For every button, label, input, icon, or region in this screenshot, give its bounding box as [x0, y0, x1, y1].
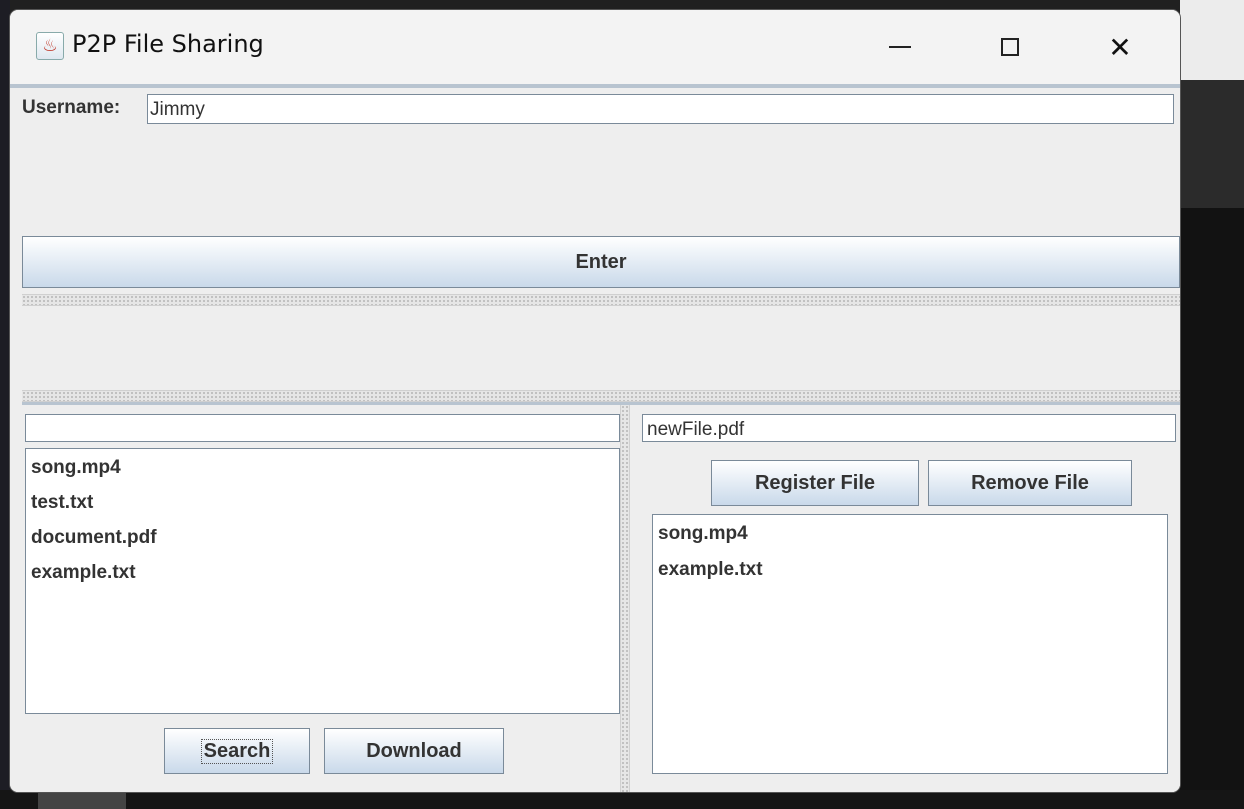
background-tab	[38, 790, 126, 809]
close-icon: ✕	[1108, 30, 1132, 64]
search-input[interactable]	[25, 414, 620, 442]
enter-button[interactable]: Enter	[22, 236, 1180, 288]
maximize-button[interactable]	[990, 30, 1030, 64]
minimize-button[interactable]	[880, 30, 920, 64]
minimize-icon	[889, 46, 911, 48]
window-title: P2P File Sharing	[72, 30, 264, 58]
remove-file-button[interactable]: Remove File	[928, 460, 1132, 506]
desktop-taskbar-area	[0, 790, 1244, 809]
search-results-list[interactable]: song.mp4 test.txt document.pdf example.t…	[25, 448, 620, 714]
file-panels: song.mp4 test.txt document.pdf example.t…	[22, 402, 1180, 792]
list-item[interactable]: test.txt	[31, 490, 619, 525]
main-content: Username: Jimmy Enter song.mp4 test.txt …	[10, 84, 1180, 792]
maximize-icon	[1001, 38, 1019, 56]
username-label: Username:	[22, 97, 121, 118]
download-button[interactable]: Download	[324, 728, 504, 774]
list-item[interactable]: song.mp4	[31, 455, 619, 490]
vertical-split-divider[interactable]	[620, 405, 630, 792]
content-border	[10, 84, 1180, 88]
filename-input[interactable]: newFile.pdf	[642, 414, 1176, 442]
horizontal-split-divider-top[interactable]	[22, 294, 1180, 306]
list-item[interactable]: example.txt	[658, 557, 1167, 593]
background-panel	[1180, 80, 1244, 208]
search-button[interactable]: Search	[164, 728, 310, 774]
horizontal-split-divider-bottom[interactable]	[22, 390, 1180, 402]
list-item[interactable]: document.pdf	[31, 525, 619, 560]
username-input[interactable]: Jimmy	[147, 94, 1174, 124]
panel-border	[22, 402, 1180, 405]
search-button-label: Search	[200, 738, 274, 764]
title-bar[interactable]: ♨ P2P File Sharing ✕	[10, 10, 1180, 84]
background-window-edge	[1180, 0, 1244, 80]
register-file-button[interactable]: Register File	[711, 460, 919, 506]
list-item[interactable]: song.mp4	[658, 521, 1167, 557]
app-window: ♨ P2P File Sharing ✕ Username: Jimmy Ent…	[10, 10, 1180, 792]
java-cup-icon: ♨	[36, 32, 64, 60]
shared-files-list[interactable]: song.mp4 example.txt	[652, 514, 1168, 774]
close-button[interactable]: ✕	[1100, 30, 1140, 64]
desktop-background-left	[0, 0, 10, 809]
list-item[interactable]: example.txt	[31, 560, 619, 595]
